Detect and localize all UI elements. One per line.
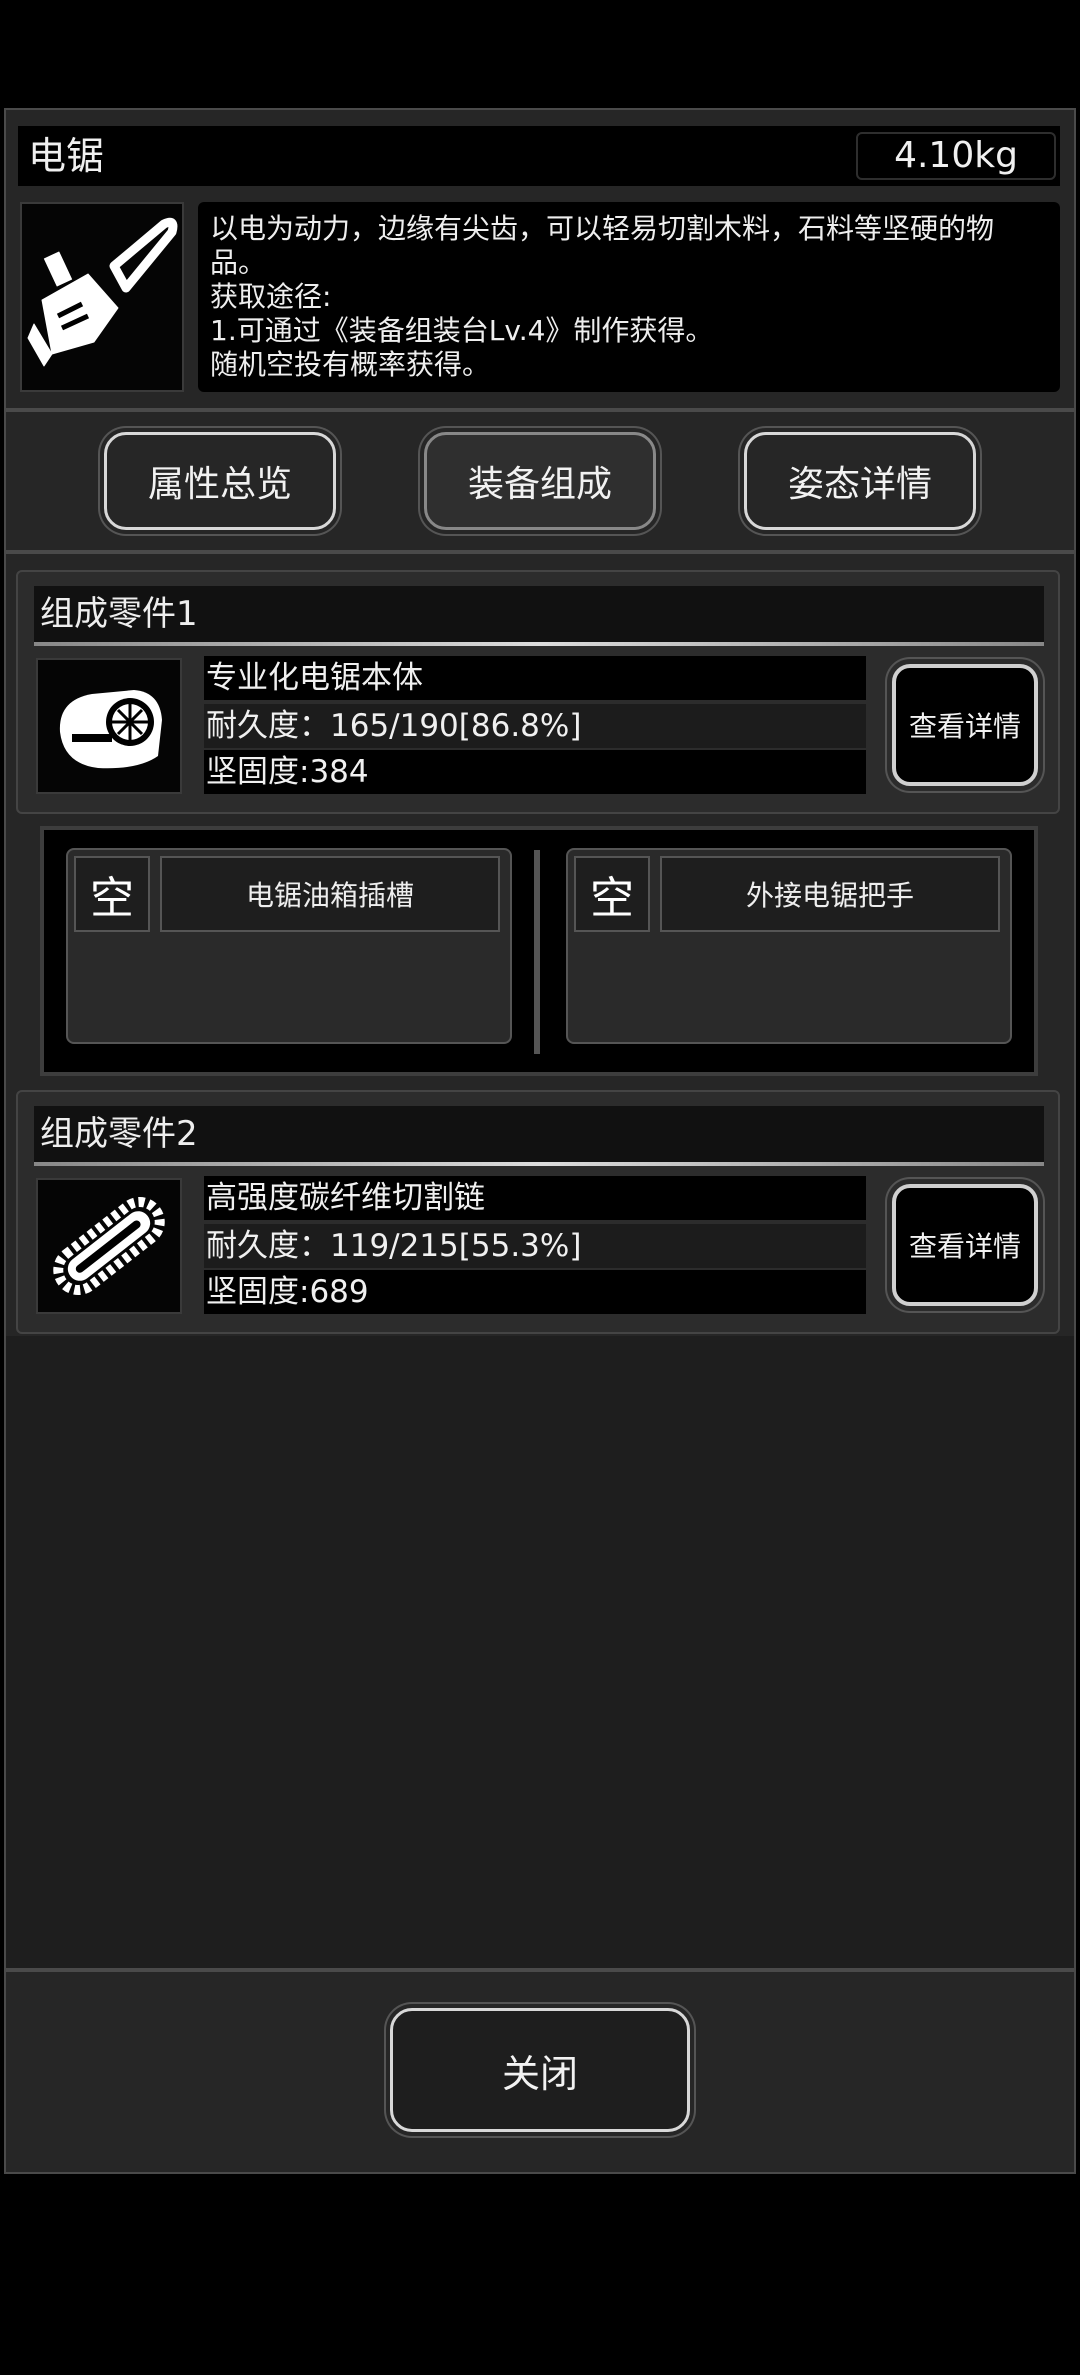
description-line: 1.可通过《装备组装台Lv.4》制作获得。 [210,314,714,347]
slot-divider [534,850,540,1054]
part-title: 组成零件2 [40,1114,198,1154]
part-title: 组成零件1 [40,594,198,634]
part-name: 专业化电锯本体 [204,656,866,700]
tab-equipment-composition[interactable]: 装备组成 [424,432,656,530]
description-line: 获取途径: [210,280,332,313]
view-details-button[interactable]: 查看详情 [892,664,1038,786]
description-line: 品。 [210,246,267,279]
tab-attributes-overview[interactable]: 属性总览 [104,432,336,530]
part-durability: 耐久度：119/215[55.3%] [204,1224,866,1268]
slot-state: 空 [74,856,150,932]
part-durability: 耐久度：165/190[86.8%] [204,704,866,748]
description-line: 随机空投有概率获得。 [210,348,491,381]
tab-stance-details[interactable]: 姿态详情 [744,432,976,530]
close-button[interactable]: 关闭 [390,2008,690,2132]
saw-engine-icon [36,658,182,794]
part-title-underline [34,642,1044,646]
chainsaw-icon [20,202,184,392]
part-hardness: 坚固度:384 [204,750,866,794]
part-hardness: 坚固度:689 [204,1270,866,1314]
description-line: 以电为动力，边缘有尖齿，可以轻易切割木料，石料等坚硬的物 [210,212,995,245]
slot-name: 外接电锯把手 [660,856,1000,932]
divider [4,408,1076,412]
parts-list-empty-area [6,1336,1074,1970]
item-name: 电锯 [28,134,105,178]
item-weight: 4.10kg [856,132,1056,180]
divider [4,550,1076,554]
view-details-button[interactable]: 查看详情 [892,1184,1038,1306]
slot-name: 电锯油箱插槽 [160,856,500,932]
part-title-underline [34,1162,1044,1166]
slot-state: 空 [574,856,650,932]
part-name: 高强度碳纤维切割链 [204,1176,866,1220]
divider [4,1968,1076,1972]
saw-chain-icon [36,1178,182,1314]
